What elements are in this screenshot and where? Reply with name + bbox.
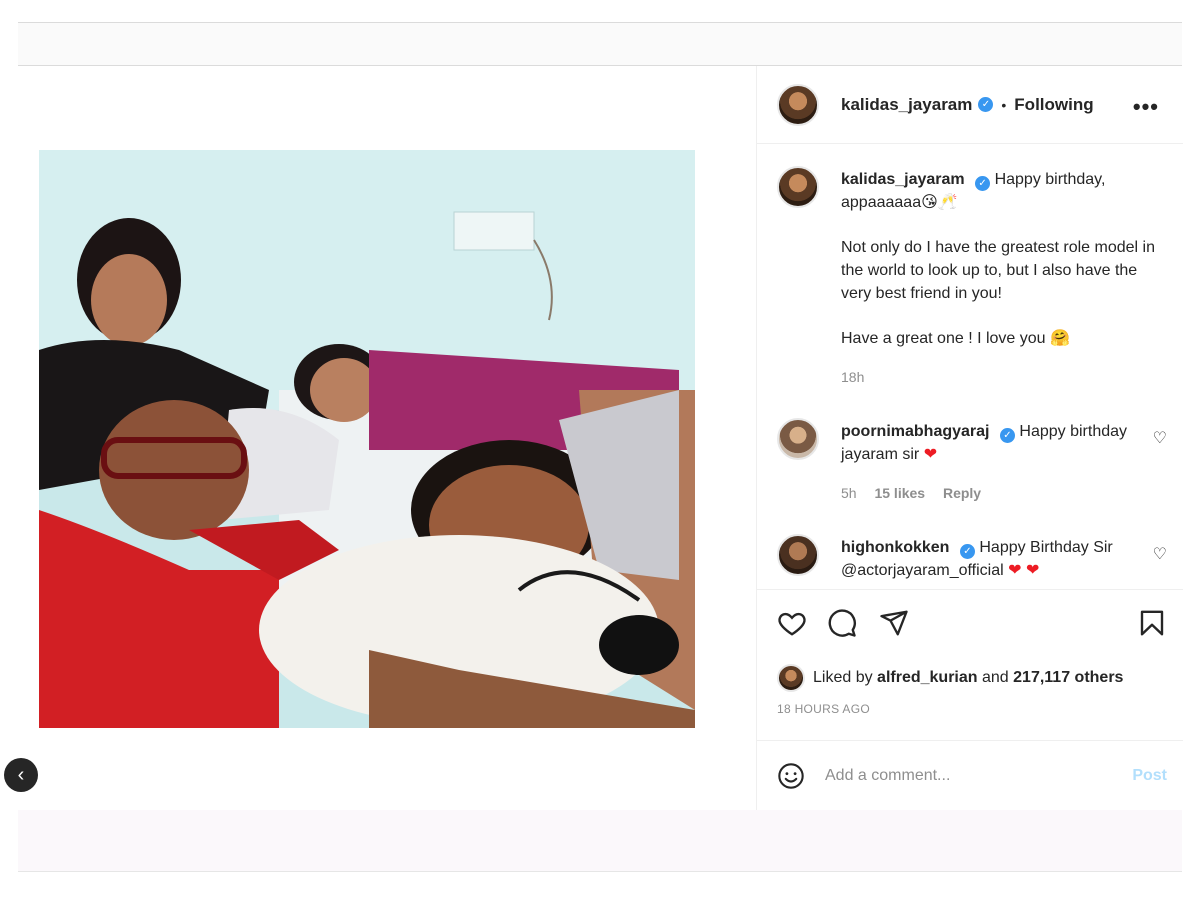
bookmark-icon[interactable] bbox=[1137, 608, 1167, 638]
caption-avatar[interactable] bbox=[777, 166, 819, 208]
verified-badge-icon: ✓ bbox=[959, 544, 975, 559]
likes-summary: Liked by alfred_kurian and 217,117 other… bbox=[777, 664, 1123, 692]
post-actions: Liked by alfred_kurian and 217,117 other… bbox=[757, 589, 1183, 810]
post-header: kalidas_jayaram ✓ • Following ••• bbox=[757, 66, 1183, 144]
commenter-avatar[interactable] bbox=[777, 534, 819, 576]
heart-emoji: ❤ bbox=[923, 446, 938, 463]
comment-username[interactable]: poornimabhagyaraj bbox=[841, 423, 989, 440]
comment-text: poornimabhagyaraj ✓ Happy birthday jayar… bbox=[841, 420, 1157, 505]
post-sidebar: kalidas_jayaram ✓ • Following ••• kalida… bbox=[756, 66, 1183, 810]
comment-like-icon[interactable]: ♡ bbox=[1153, 544, 1167, 564]
comment-username[interactable]: highonkokken bbox=[841, 539, 949, 556]
verified-badge-icon: ✓ bbox=[978, 97, 994, 112]
smiley-icon[interactable] bbox=[777, 762, 805, 790]
instagram-post: ‹ kalidas_jayaram ✓ • Following ••• kali… bbox=[4, 66, 1183, 810]
caption-username[interactable]: kalidas_jayaram bbox=[841, 171, 965, 188]
reply-button[interactable]: Reply bbox=[943, 485, 981, 501]
more-options-icon[interactable]: ••• bbox=[1133, 94, 1159, 120]
media-pane: ‹ bbox=[4, 66, 756, 810]
verified-badge-icon: ✓ bbox=[975, 176, 991, 191]
likes-others[interactable]: 217,117 others bbox=[1013, 669, 1123, 687]
comment-time[interactable]: 5h bbox=[841, 485, 857, 501]
author-avatar[interactable] bbox=[777, 83, 819, 126]
comment-text: highonkokken ✓ Happy Birthday Sir @actor… bbox=[841, 536, 1157, 582]
heart-icon[interactable] bbox=[777, 608, 807, 638]
comment-meta: 5h 15 likes Reply bbox=[841, 482, 1157, 505]
following-button[interactable]: Following bbox=[1014, 95, 1093, 115]
action-bar bbox=[777, 608, 1169, 644]
likes-prefix: Liked by bbox=[813, 669, 873, 686]
verified-badge-icon: ✓ bbox=[999, 428, 1015, 443]
previous-post-icon[interactable]: ‹ bbox=[4, 758, 38, 792]
separator-dot: • bbox=[1001, 96, 1007, 113]
photo-illustration bbox=[39, 150, 695, 728]
likes-and: and bbox=[981, 669, 1009, 686]
caption-text: kalidas_jayaram ✓ Happy birthday, appaaa… bbox=[841, 168, 1157, 389]
liker-avatar[interactable] bbox=[777, 664, 805, 692]
liker-username[interactable]: alfred_kurian bbox=[877, 669, 977, 687]
comment-like-icon[interactable]: ♡ bbox=[1153, 428, 1167, 448]
heart-emoji: ❤ ❤ bbox=[1008, 562, 1040, 579]
post-timestamp[interactable]: 18 HOURS AGO bbox=[777, 702, 870, 716]
comments-list[interactable]: kalidas_jayaram ✓ Happy birthday, appaaa… bbox=[757, 144, 1183, 589]
browser-top-band bbox=[18, 22, 1182, 66]
comment-input[interactable] bbox=[825, 767, 1105, 785]
commenter-avatar[interactable] bbox=[777, 418, 819, 460]
comment-likes[interactable]: 15 likes bbox=[874, 485, 925, 501]
caption-meta: 18h bbox=[841, 366, 1157, 389]
caption-time[interactable]: 18h bbox=[841, 369, 864, 385]
comment-bubble-icon[interactable] bbox=[827, 608, 857, 638]
add-comment-bar: Post bbox=[757, 740, 1183, 811]
post-comment-button[interactable]: Post bbox=[1132, 767, 1167, 785]
caption-paragraph-2: Not only do I have the greatest role mod… bbox=[841, 239, 1155, 302]
post-photo[interactable] bbox=[39, 150, 695, 728]
paper-plane-icon[interactable] bbox=[879, 608, 909, 638]
browser-bottom-band bbox=[18, 810, 1182, 872]
caption-paragraph-3: Have a great one ! I love you 🤗 bbox=[841, 330, 1070, 347]
author-username[interactable]: kalidas_jayaram bbox=[841, 95, 972, 115]
